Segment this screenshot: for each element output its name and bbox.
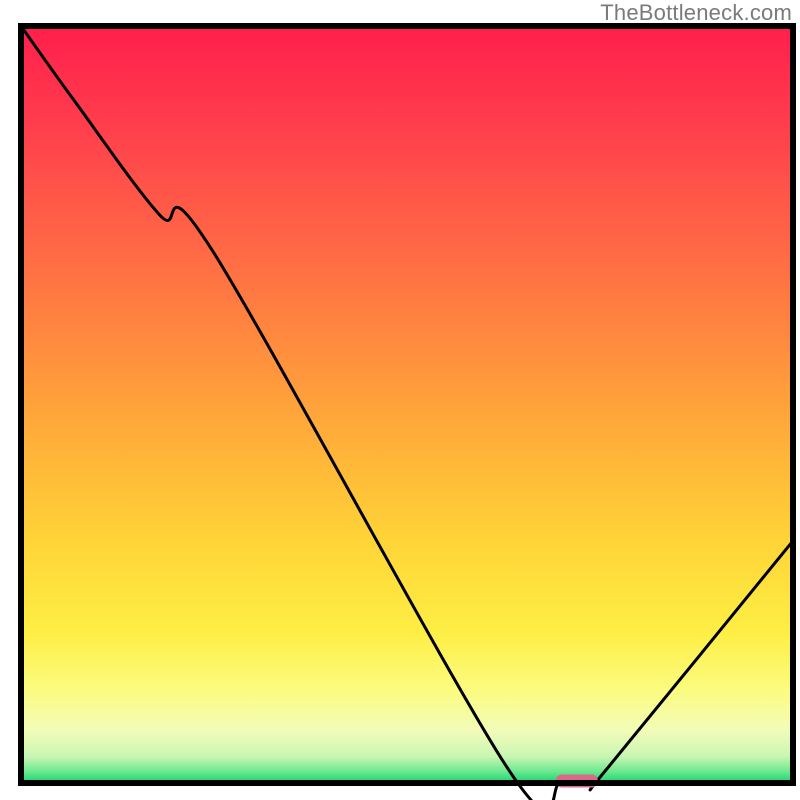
chart-container: TheBottleneck.com bbox=[0, 0, 800, 800]
watermark-text: TheBottleneck.com bbox=[600, 0, 792, 26]
plot-background bbox=[21, 26, 793, 783]
bottleneck-chart bbox=[0, 0, 800, 800]
